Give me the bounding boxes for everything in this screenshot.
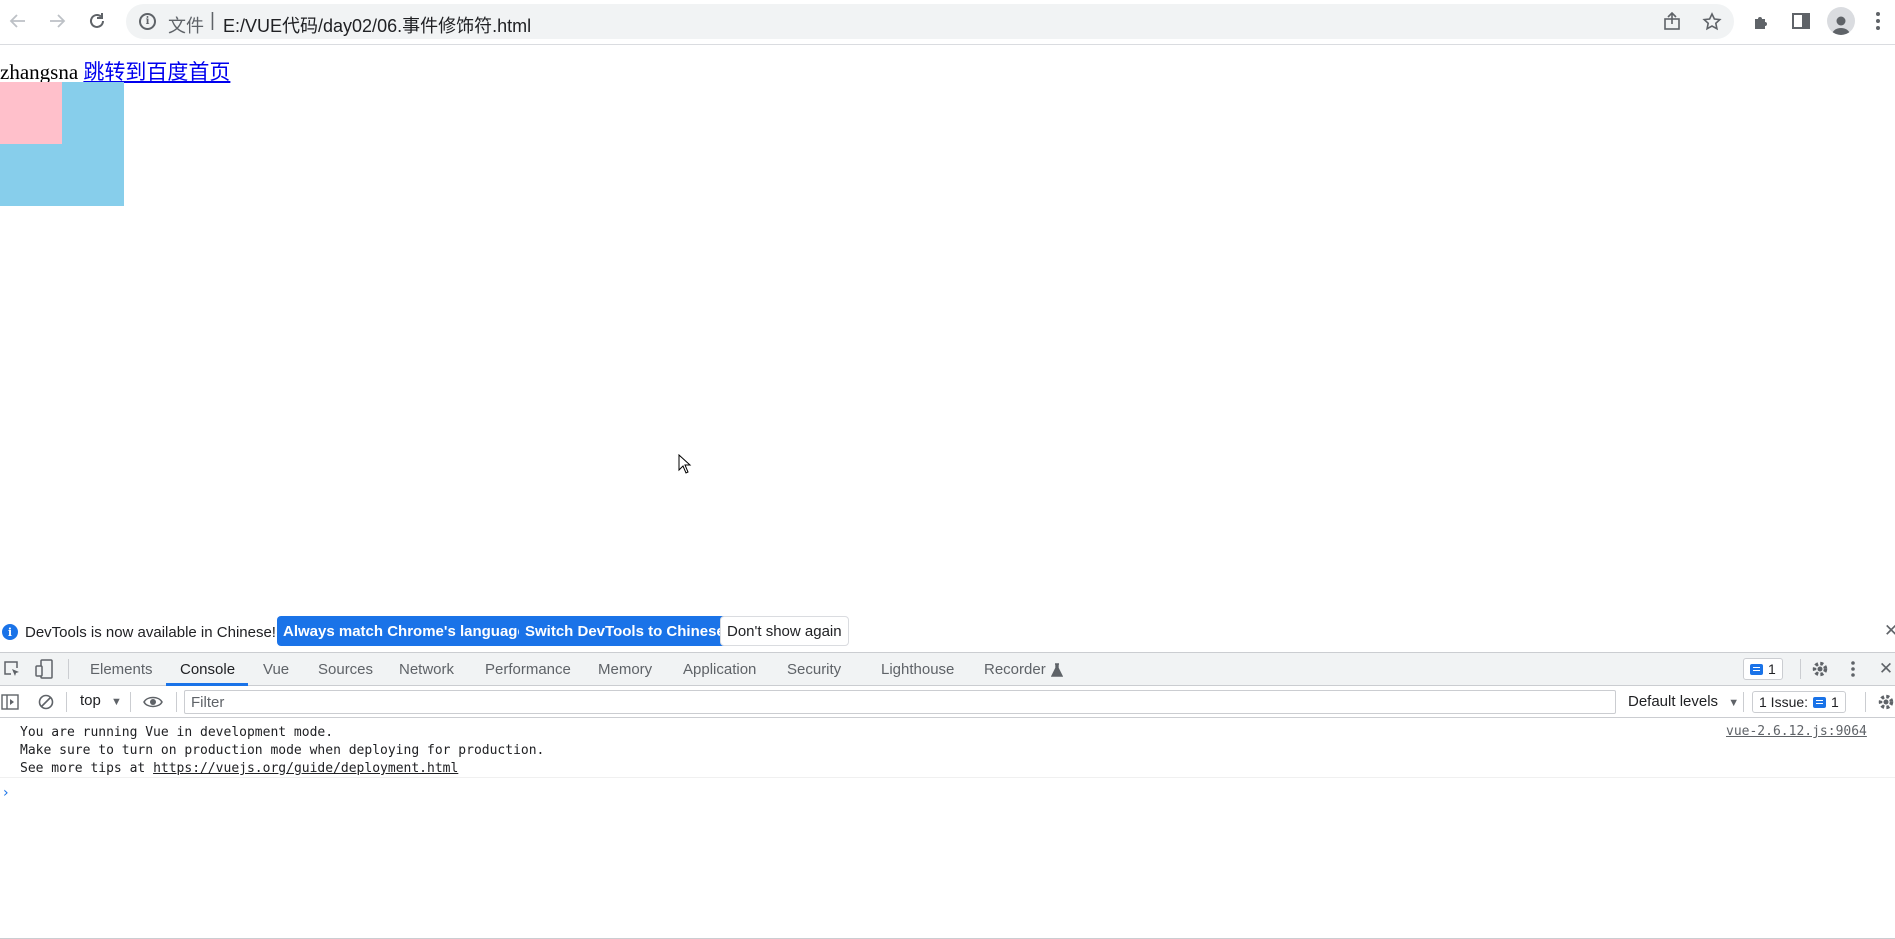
issues-counter-button[interactable]: 1 Issue: 1 [1752,691,1846,713]
settings-gear-icon[interactable] [1810,659,1830,679]
address-scheme: 文件 [168,16,204,36]
tab-security[interactable]: Security [787,653,841,686]
switch-to-chinese-button[interactable]: Switch DevTools to Chinese [519,616,731,646]
inspect-element-icon[interactable] [2,659,22,679]
console-message: You are running Vue in development mode.… [0,718,1895,778]
back-arrow-icon[interactable] [3,6,33,36]
dropdown-arrow-icon: ▼ [111,696,122,708]
log-levels-value: Default levels [1628,693,1719,710]
console-filterbar: top ▼ Filter Default levels ▼ 1 Issue: 1 [0,686,1895,718]
dropdown-arrow-icon: ▼ [1728,697,1740,709]
issues-count: 1 [1831,694,1839,710]
console-line-prefix: See more tips at [20,761,154,776]
console-line: You are running Vue in development mode. [20,725,334,740]
clear-console-icon[interactable] [36,693,56,711]
context-select-value: top [80,692,101,709]
tab-sources[interactable]: Sources [318,653,373,686]
devtools-menu-icon[interactable] [1847,659,1859,679]
tab-lighthouse[interactable]: Lighthouse [881,653,954,686]
devtools-language-infobar: i DevTools is now available in Chinese! … [0,612,1895,652]
address-separator: | [210,10,215,31]
devtools-panel: i DevTools is now available in Chinese! … [0,612,1895,939]
tab-vue[interactable]: Vue [263,653,289,686]
browser-menu-icon[interactable] [1865,8,1891,34]
flask-icon [1050,662,1063,677]
tabbar-separator [1800,659,1801,679]
tab-elements[interactable]: Elements [90,653,153,686]
message-icon [1813,696,1827,708]
console-settings-gear-icon[interactable] [1877,693,1895,711]
dont-show-again-button[interactable]: Don't show again [720,616,849,646]
console-line: See more tips at https://vuejs.org/guide… [20,761,458,776]
address-url[interactable]: E:/VUE代码/day02/06.事件修饰符.html [223,12,531,38]
tab-memory[interactable]: Memory [598,653,652,686]
tab-performance[interactable]: Performance [485,653,571,686]
address-bar[interactable]: i 文件 | E:/VUE代码/day02/06.事件修饰符.html [126,4,1734,39]
console-line: Make sure to turn on production mode whe… [20,743,545,758]
bookmark-star-icon[interactable] [1700,10,1724,34]
baidu-link[interactable]: 跳转到百度首页 [83,60,230,84]
tab-network[interactable]: Network [399,653,454,686]
issues-badge-count: 1 [1768,661,1776,677]
filterbar-separator [66,692,67,712]
console-filter-input[interactable]: Filter [184,690,1616,714]
console-prompt-icon[interactable]: › [3,785,9,801]
profile-avatar-icon[interactable] [1827,7,1855,35]
live-expression-eye-icon[interactable] [142,693,164,711]
browser-toolbar: i 文件 | E:/VUE代码/day02/06.事件修饰符.html [0,0,1895,45]
filterbar-separator [130,692,131,712]
outer-box[interactable] [0,82,124,206]
inner-box[interactable] [0,82,62,144]
tab-recorder-label: Recorder [984,661,1046,678]
devtools-tabbar: Elements Console Vue Sources Network Per… [0,652,1895,686]
side-panel-icon[interactable] [1788,8,1814,34]
always-match-language-button[interactable]: Always match Chrome's language [277,616,532,646]
tab-recorder[interactable]: Recorder [984,653,1063,686]
device-toolbar-icon[interactable] [34,659,54,679]
tab-application[interactable]: Application [683,653,756,686]
console-source-link[interactable]: vue-2.6.12.js:9064 [1726,724,1867,739]
tab-console[interactable]: Console [180,653,235,686]
close-infobar-icon[interactable]: ✕ [1884,621,1895,641]
share-icon[interactable] [1660,10,1684,34]
page-viewport: zhangsna 跳转到百度首页 [0,46,1895,611]
forward-arrow-icon[interactable] [42,6,72,36]
infobar-message: DevTools is now available in Chinese! [25,624,276,641]
issues-label: 1 Issue: [1759,694,1809,710]
extensions-puzzle-icon[interactable] [1749,8,1775,34]
issues-badge[interactable]: 1 [1743,658,1783,680]
filterbar-separator [1865,692,1866,712]
console-output: You are running Vue in development mode.… [0,718,1895,939]
close-devtools-icon[interactable]: ✕ [1877,659,1895,679]
context-select[interactable]: top ▼ [80,692,122,709]
vue-deployment-link[interactable]: https://vuejs.org/guide/deployment.html [153,761,458,776]
name-text: zhangsna [0,60,79,84]
filterbar-separator [1743,692,1744,712]
tabbar-separator [68,659,69,679]
info-icon: i [2,624,18,640]
log-levels-select[interactable]: Default levels ▼ [1628,693,1739,710]
mouse-cursor-icon [678,454,692,474]
info-icon[interactable]: i [139,13,156,30]
sidebar-toggle-icon[interactable] [0,693,20,711]
message-icon [1750,663,1763,675]
filterbar-separator [176,692,177,712]
reload-icon[interactable] [82,6,112,36]
